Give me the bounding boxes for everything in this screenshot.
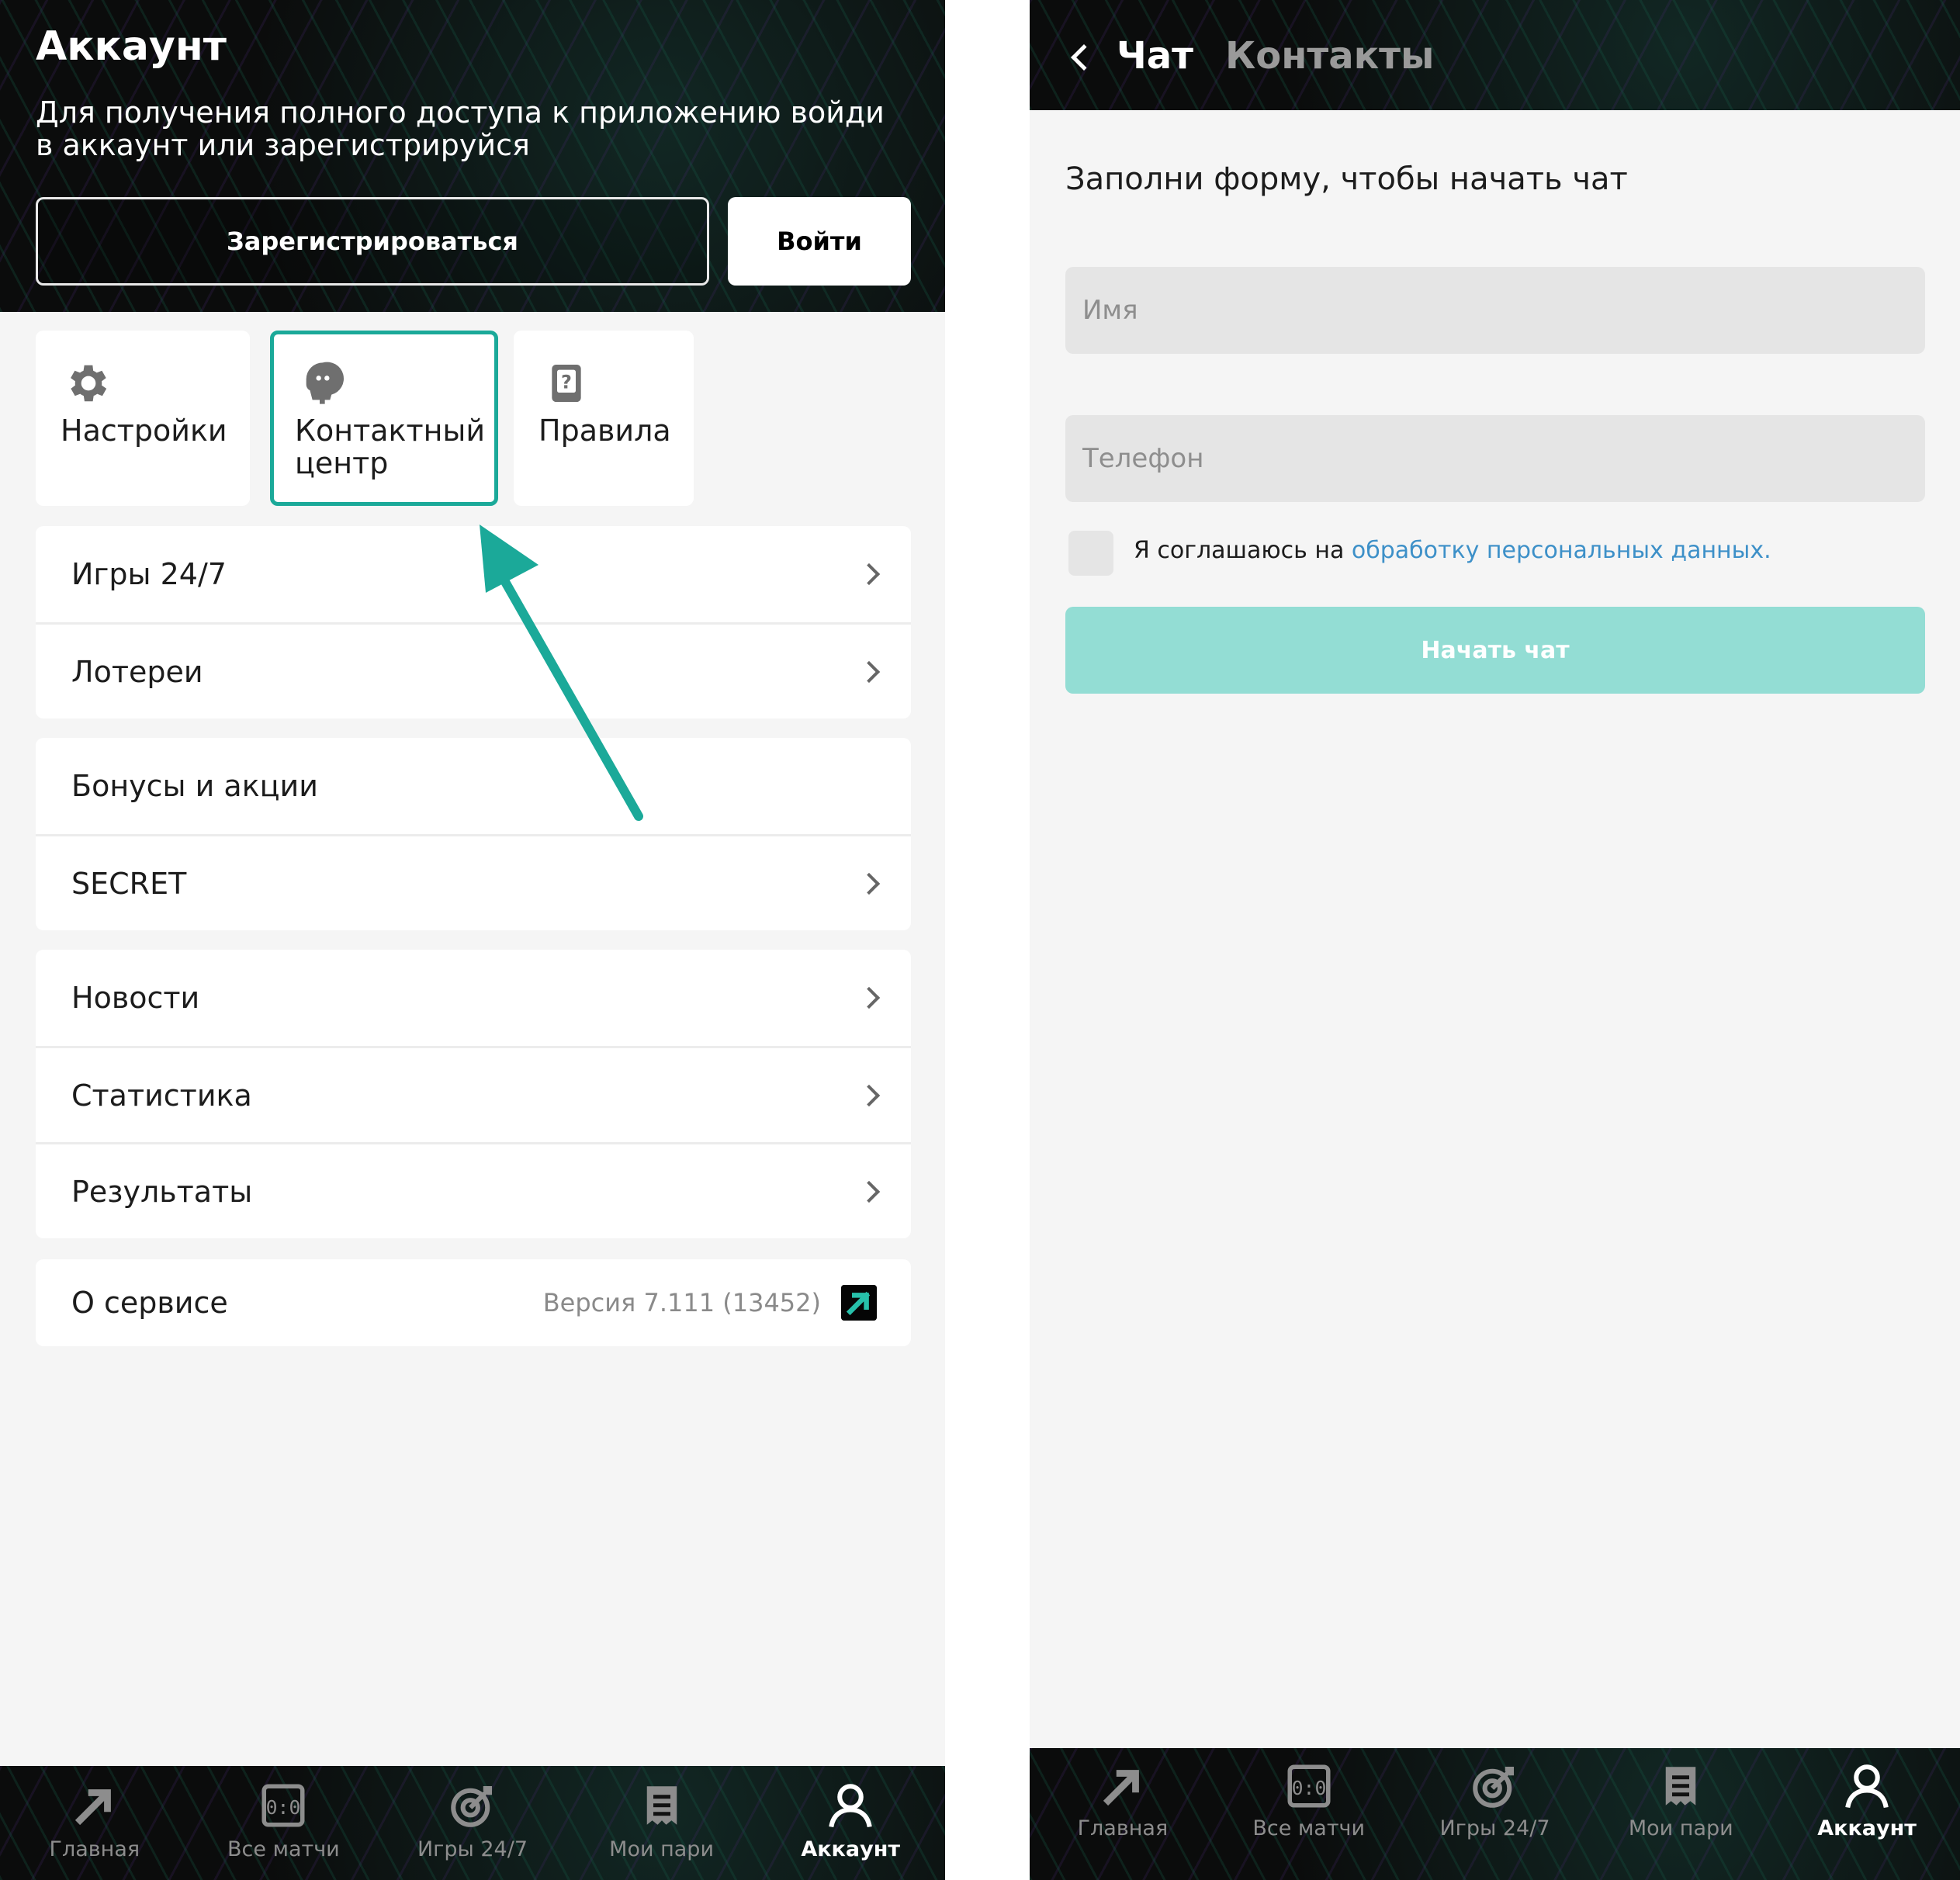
list-item-lotteries[interactable]: Лотереи [36,622,911,718]
nav-label: Игры 24/7 [417,1837,528,1861]
register-button[interactable]: Зарегистрироваться [36,197,709,286]
privacy-link[interactable]: обработку персональных данных. [1352,537,1771,564]
bets-list-icon [1666,1767,1696,1806]
svg-text:?: ? [561,372,572,393]
page-title: Аккаунт [36,23,227,70]
chat-screen: Чат Контакты Заполни форму, чтобы начать… [1030,0,1960,1880]
home-arrow-icon [1103,1770,1139,1806]
consent-label: Я соглашаюсь на [1134,537,1352,564]
back-arrow-icon[interactable] [1071,44,1097,71]
home-arrow-icon [74,1789,111,1826]
nav-label: Мои пари [609,1837,714,1861]
nav-item-account[interactable]: Аккаунт [1774,1748,1960,1880]
bottom-nav: Главная 0:0 Все матчи Игры 24/7 Мои пари… [0,1766,945,1880]
nav-label: Все матчи [1252,1816,1366,1840]
app-version: Версия 7.111 (13452) [542,1288,821,1317]
list-item-label: Лотереи [71,654,203,689]
consent-text: Я соглашаюсь на обработку персональных д… [1134,537,1771,564]
svg-text:0:0: 0:0 [1291,1777,1326,1799]
nav-item-account[interactable]: Аккаунт [756,1766,945,1880]
chevron-right-icon [857,660,881,683]
name-field[interactable] [1065,267,1925,354]
settings-label: Настройки [61,414,227,448]
nav-item-all-matches[interactable]: 0:0 Все матчи [189,1766,379,1880]
nav-label: Игры 24/7 [1439,1816,1550,1840]
nav-label: Главная [49,1837,140,1861]
chevron-right-icon [857,563,881,586]
nav-label: Главная [1077,1816,1169,1840]
list-item-about[interactable]: О сервисе Версия 7.111 (13452) [36,1259,911,1346]
rules-tile[interactable]: ? Правила [514,331,694,506]
nav-label: Аккаунт [801,1837,900,1861]
start-chat-button[interactable]: Начать чат [1065,607,1925,694]
login-button[interactable]: Войти [728,197,911,286]
nav-label: Аккаунт [1817,1816,1917,1840]
list-item-secret[interactable]: SECRET [36,834,911,930]
nav-item-games[interactable]: Игры 24/7 [1402,1748,1588,1880]
headset-chat-icon [306,362,345,404]
target-icon [451,1785,493,1827]
bonus-group: Бонусы и акции SECRET [36,738,911,930]
list-item-news[interactable]: Новости [36,950,911,1046]
about-group: О сервисе Версия 7.111 (13452) [36,1259,911,1346]
chat-header: Чат Контакты [1030,0,1960,110]
list-item-label: SECRET [71,866,187,901]
bottom-nav: Главная 0:0 Все матчи Игры 24/7 Мои пари… [1030,1748,1960,1880]
account-screen: Аккаунт Для получения полного доступа к … [0,0,945,1880]
login-prompt: Для получения полного доступа к приложен… [36,95,885,162]
list-item-label: Статистика [71,1078,252,1113]
list-item-label: Новости [71,981,200,1015]
user-icon [829,1784,872,1828]
account-header: Аккаунт Для получения полного доступа к … [0,0,945,312]
user-icon [1845,1764,1889,1809]
gear-icon [71,365,107,402]
nav-item-my-bets[interactable]: Мои пари [1588,1748,1774,1880]
chevron-right-icon [857,872,881,895]
app-logo-icon [841,1285,877,1321]
chevron-right-icon [857,1180,881,1203]
list-item-label: О сервисе [71,1286,228,1320]
list-item-label: Бонусы и акции [71,769,318,803]
list-item-games[interactable]: Игры 24/7 [36,526,911,622]
rules-book-icon: ? [552,365,581,402]
contact-center-label: Контактный центр [295,414,486,480]
form-title: Заполни форму, чтобы начать чат [1065,161,1628,197]
list-item-statistics[interactable]: Статистика [36,1046,911,1142]
list-item-label: Результаты [71,1174,253,1209]
nav-label: Все матчи [227,1837,340,1861]
nav-label: Мои пари [1628,1816,1733,1840]
list-item-bonuses[interactable]: Бонусы и акции [36,738,911,834]
nav-item-home[interactable]: Главная [1030,1748,1216,1880]
nav-item-all-matches[interactable]: 0:0 Все матчи [1216,1748,1402,1880]
chevron-right-icon [857,1084,881,1106]
rules-label: Правила [538,414,671,448]
svg-text:0:0: 0:0 [266,1796,301,1819]
consent-checkbox[interactable] [1068,531,1113,576]
scoreboard-icon: 0:0 [1287,1764,1331,1808]
list-item-results[interactable]: Результаты [36,1142,911,1238]
target-icon [1473,1766,1515,1808]
nav-item-home[interactable]: Главная [0,1766,189,1880]
games-group: Игры 24/7 Лотереи [36,526,911,718]
tab-contacts[interactable]: Контакты [1225,34,1434,78]
info-group: Новости Статистика Результаты [36,950,911,1238]
nav-item-my-bets[interactable]: Мои пари [567,1766,757,1880]
chevron-right-icon [857,986,881,1009]
scoreboard-icon: 0:0 [261,1784,305,1827]
settings-tile[interactable]: Настройки [36,331,250,506]
list-item-label: Игры 24/7 [71,557,227,591]
contact-center-tile[interactable]: Контактный центр [270,331,498,506]
phone-field[interactable] [1065,415,1925,502]
tab-chat[interactable]: Чат [1117,34,1193,78]
bets-list-icon [646,1786,677,1825]
nav-item-games[interactable]: Игры 24/7 [378,1766,567,1880]
